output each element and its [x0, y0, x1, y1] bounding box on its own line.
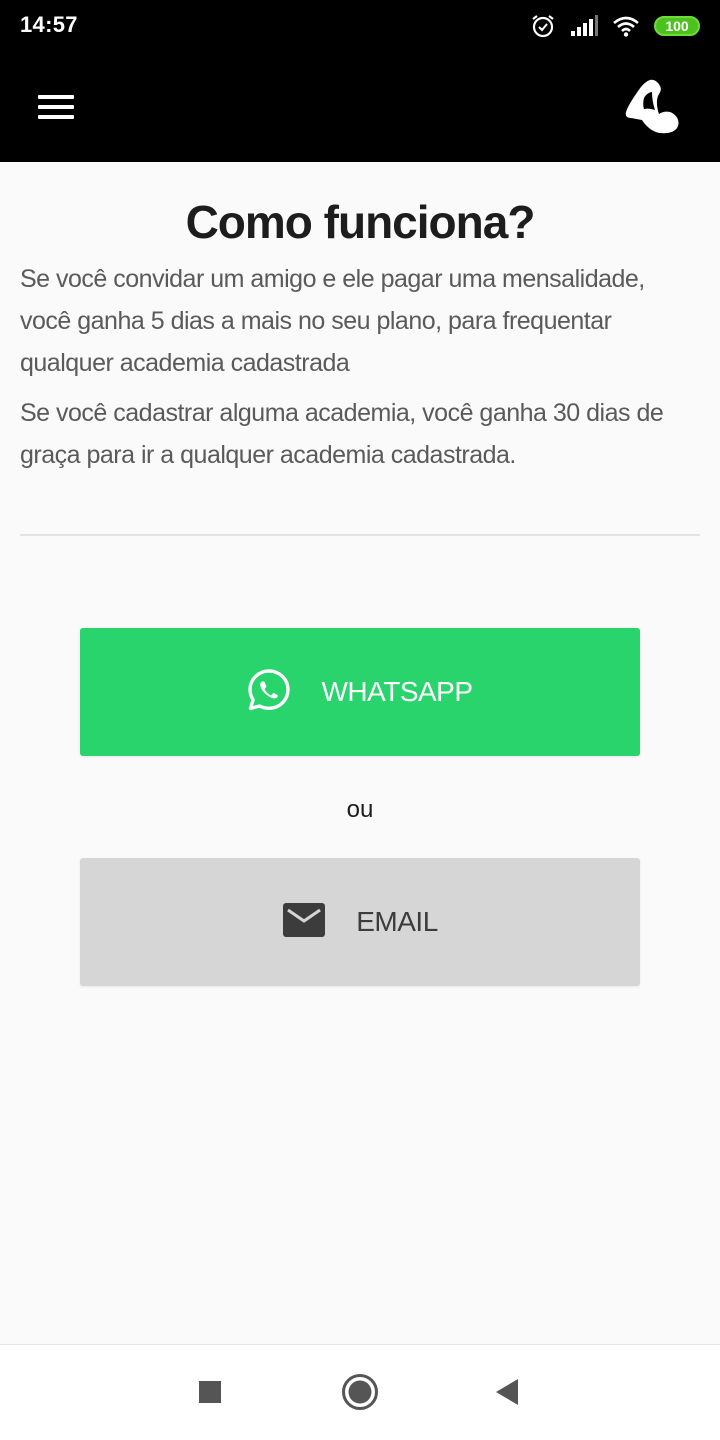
status-time: 14:57 [20, 12, 78, 37]
recents-square-icon[interactable] [185, 1367, 235, 1417]
referral-friend-text: Se você convidar um amigo e ele pagar um… [20, 265, 645, 377]
system-nav-bar [0, 1344, 720, 1440]
or-separator: ou [346, 796, 374, 823]
mail-icon [282, 902, 326, 942]
status-bar: 14:57 100 [0, 0, 720, 52]
page-title: Como funciona? [185, 196, 536, 248]
signal-icon [570, 15, 598, 37]
email-label: EMAIL [356, 906, 438, 937]
back-triangle-icon[interactable] [482, 1367, 532, 1417]
app-bar [0, 52, 720, 162]
how-it-works-section: Como funciona? Se você convidar um amigo… [20, 162, 700, 476]
hamburger-menu-icon[interactable] [26, 82, 86, 132]
referral-gym-text: Se você cadastrar alguma academia, você … [20, 399, 664, 469]
whatsapp-label: WHATSAPP [321, 676, 473, 707]
alarm-icon [530, 13, 556, 39]
divider [20, 534, 700, 536]
screen: 14:57 100 Como funciona? Se você convida… [0, 0, 720, 1440]
email-button[interactable]: EMAIL [80, 858, 640, 986]
flexed-arm-icon [622, 76, 682, 136]
whatsapp-icon [247, 668, 291, 716]
home-circle-icon[interactable] [335, 1367, 385, 1417]
wifi-icon [612, 15, 640, 37]
whatsapp-button[interactable]: WHATSAPP [80, 628, 640, 756]
status-icons: 100 [530, 12, 700, 40]
battery-icon: 100 [654, 16, 700, 36]
